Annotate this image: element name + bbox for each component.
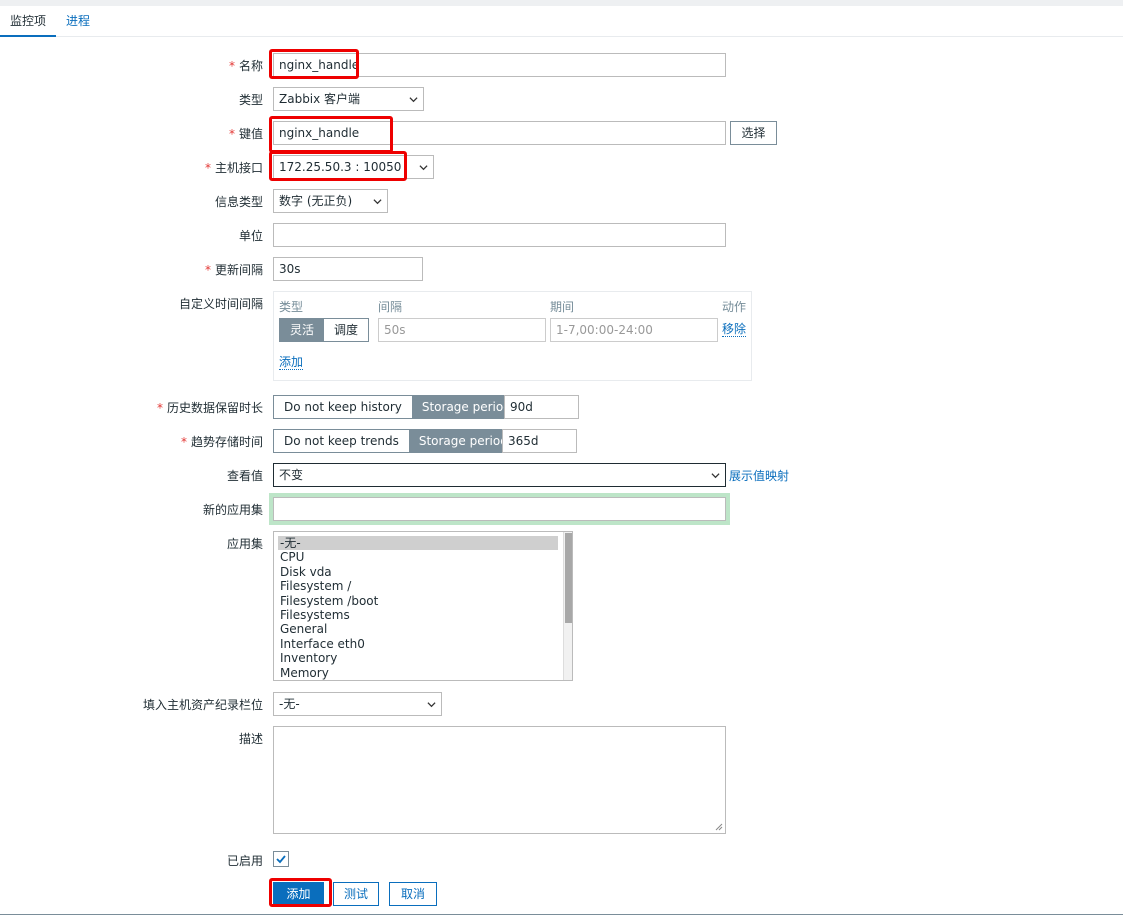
custom-intervals-panel: 类型 间隔 期间 动作 灵活 调度 50s 1-7,00:00-24:00 移除… <box>273 291 752 381</box>
applications-label: 应用集 <box>226 537 263 551</box>
application-option[interactable]: Disk vda <box>274 565 572 579</box>
intervals-header-interval: 间隔 <box>378 300 403 314</box>
update-interval-label: * 更新间隔 <box>204 263 263 277</box>
chevron-down-icon <box>419 165 428 171</box>
inventory-label: 填入主机资产纪录栏位 <box>142 698 263 712</box>
application-option[interactable]: Filesystem /boot <box>274 594 572 608</box>
key-select-button[interactable]: 选择 <box>730 121 777 145</box>
chevron-down-icon <box>373 199 382 205</box>
inventory-select-value: -无- <box>279 697 300 711</box>
type-select-value: Zabbix 客户端 <box>279 92 361 106</box>
interval-input[interactable]: 50s <box>378 318 546 342</box>
interface-select-value: 172.25.50.3 : 10050 <box>279 160 402 174</box>
show-value-select-value: 不变 <box>279 468 304 482</box>
history-off-option[interactable]: Do not keep history <box>274 396 412 418</box>
tab-items[interactable]: 监控项 <box>0 6 57 37</box>
unit-label: 单位 <box>238 229 263 243</box>
enabled-checkbox[interactable] <box>273 851 289 867</box>
tab-processes[interactable]: 进程 <box>56 6 100 37</box>
history-toggle: Do not keep history Storage period <box>273 395 522 419</box>
name-label: * 名称 <box>228 59 263 73</box>
applications-options: -无- CPU Disk vda Filesystem / Filesystem… <box>274 532 572 680</box>
chevron-down-icon <box>409 97 418 103</box>
show-value-label: 查看值 <box>226 469 263 483</box>
tab-bar: 监控项 进程 <box>0 6 1123 37</box>
new-application-label: 新的应用集 <box>202 503 263 517</box>
resize-grip-icon[interactable] <box>715 823 723 831</box>
enabled-label: 已启用 <box>226 854 263 868</box>
intervals-header-period: 期间 <box>550 300 575 314</box>
new-application-input[interactable] <box>273 497 726 521</box>
application-option[interactable]: Inventory <box>274 651 572 665</box>
remove-interval-link[interactable]: 移除 <box>722 322 747 337</box>
history-period-input[interactable]: 90d <box>504 395 579 419</box>
applications-listbox[interactable]: -无- CPU Disk vda Filesystem / Filesystem… <box>273 531 573 681</box>
show-value-select[interactable]: 不变 <box>273 463 726 487</box>
value-mapping-link[interactable]: 展示值映射 <box>729 469 789 483</box>
inventory-select[interactable]: -无- <box>273 692 442 716</box>
listbox-scrollbar-thumb[interactable] <box>565 533 572 623</box>
interface-select[interactable]: 172.25.50.3 : 10050 <box>273 155 434 179</box>
key-label: * 键值 <box>228 127 263 141</box>
footer-divider <box>0 914 1123 920</box>
info-type-select-value: 数字 (无正负) <box>279 194 353 208</box>
name-input[interactable]: nginx_handle <box>273 53 726 77</box>
add-interval-link[interactable]: 添加 <box>279 355 304 370</box>
intervals-header-type: 类型 <box>279 300 304 314</box>
application-option[interactable]: General <box>274 622 572 636</box>
trends-off-option[interactable]: Do not keep trends <box>274 430 409 452</box>
trends-period-input[interactable]: 365d <box>502 429 577 453</box>
type-select[interactable]: Zabbix 客户端 <box>273 87 424 111</box>
chevron-down-icon <box>711 473 720 479</box>
description-textarea[interactable] <box>273 726 726 834</box>
test-button[interactable]: 测试 <box>333 882 379 906</box>
scheduling-option[interactable]: 调度 <box>324 319 368 341</box>
application-option[interactable]: Filesystems <box>274 608 572 622</box>
custom-intervals-label: 自定义时间间隔 <box>178 297 263 311</box>
interface-label: * 主机接口 <box>204 161 263 175</box>
trends-label: * 趋势存储时间 <box>180 435 263 449</box>
history-label: * 历史数据保留时长 <box>156 401 263 415</box>
key-input[interactable]: nginx_handle <box>273 121 726 145</box>
description-label: 描述 <box>238 732 263 746</box>
period-input[interactable]: 1-7,00:00-24:00 <box>550 318 718 342</box>
application-option[interactable]: Memory <box>274 666 572 680</box>
update-interval-input[interactable]: 30s <box>273 257 423 281</box>
info-type-label: 信息类型 <box>214 195 263 209</box>
type-label: 类型 <box>238 93 263 107</box>
flexible-option[interactable]: 灵活 <box>280 319 325 341</box>
application-option[interactable]: Filesystem / <box>274 579 572 593</box>
chevron-down-icon <box>427 702 436 708</box>
application-option[interactable]: Interface eth0 <box>274 637 572 651</box>
add-button[interactable]: 添加 <box>273 882 324 906</box>
listbox-scrollbar[interactable] <box>563 532 572 680</box>
intervals-header-action: 动作 <box>722 300 747 314</box>
unit-input[interactable] <box>273 223 726 247</box>
info-type-select[interactable]: 数字 (无正负) <box>273 189 388 213</box>
application-option[interactable]: CPU <box>274 550 572 564</box>
checkmark-icon <box>276 855 286 864</box>
application-option[interactable]: -无- <box>278 536 558 551</box>
cancel-button[interactable]: 取消 <box>389 882 437 906</box>
interval-type-toggle: 灵活 调度 <box>279 318 370 342</box>
trends-toggle: Do not keep trends Storage period <box>273 429 519 453</box>
